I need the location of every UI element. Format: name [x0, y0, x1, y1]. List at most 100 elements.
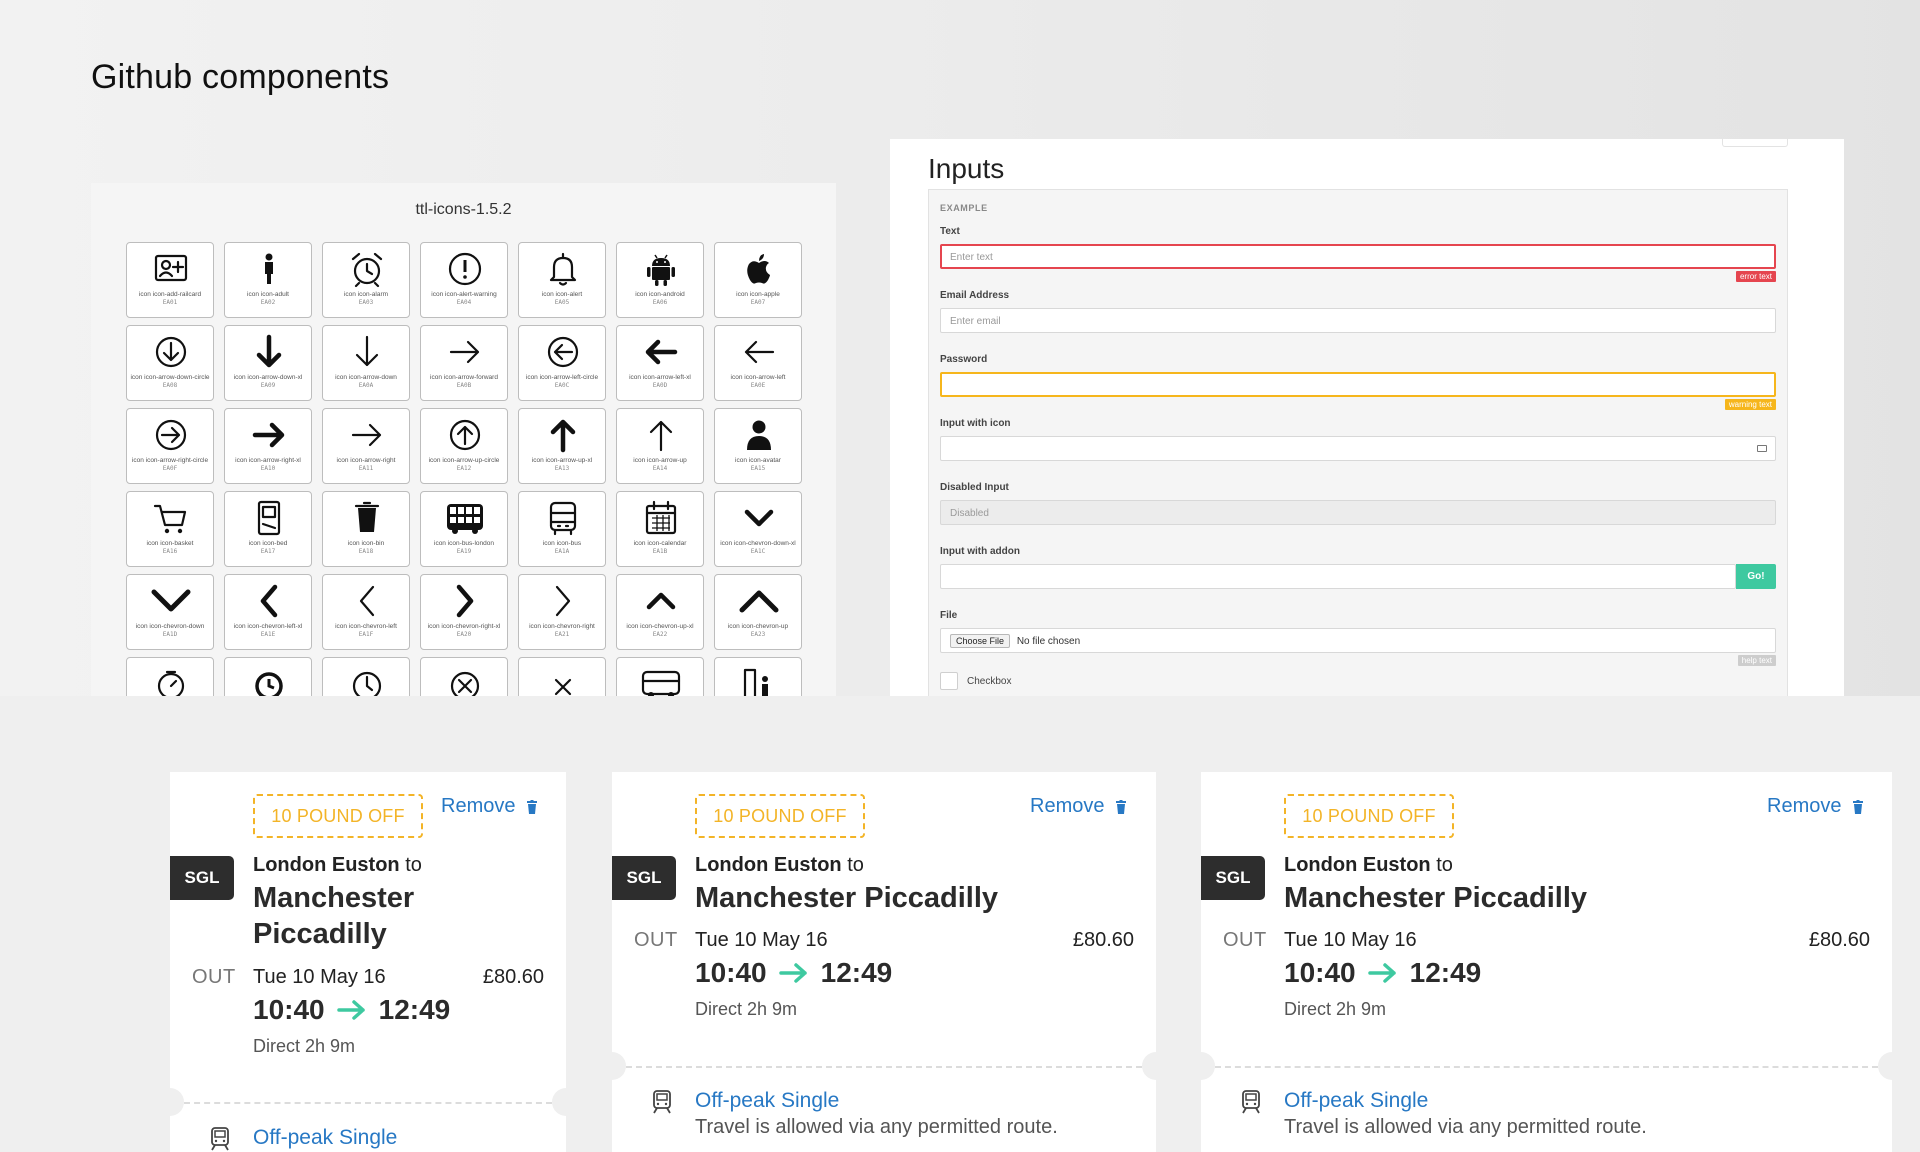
icon-tile[interactable]: icon icon-arrow-down-circle EA08	[126, 325, 214, 401]
icon-class-name: icon icon-arrow-right-circle	[131, 457, 209, 464]
arrow-left-circle-icon	[547, 336, 579, 368]
icon-tile[interactable]	[224, 657, 312, 696]
icon-tile[interactable]: icon icon-arrow-right EA11	[322, 408, 410, 484]
fare-name-link[interactable]: Off-peak Single	[253, 1126, 397, 1150]
fare-name-link[interactable]: Off-peak Single	[695, 1089, 839, 1113]
travel-date: Tue 10 May 16	[1284, 929, 1417, 951]
icon-tile[interactable]: icon icon-arrow-down EA0A	[322, 325, 410, 401]
icon-code: EA11	[358, 464, 374, 472]
icon-tile[interactable]: icon icon-arrow-left EA0E	[714, 325, 802, 401]
icon-code: EA04	[456, 298, 472, 306]
arrow-left-icon	[744, 340, 775, 364]
icon-code: EA0E	[750, 381, 766, 389]
checkbox-label: Checkbox	[967, 676, 1012, 687]
icon-tile[interactable]	[518, 657, 606, 696]
icon-tile[interactable]: icon icon-arrow-up EA14	[616, 408, 704, 484]
discount-badge: 10 POUND OFF	[1284, 794, 1454, 838]
icon-tile[interactable]: icon icon-calendar EA1B	[616, 491, 704, 567]
icon-tile[interactable]: icon icon-alert EA05	[518, 242, 606, 318]
android-icon	[647, 254, 675, 286]
icon-code: EA0C	[554, 381, 570, 389]
icon-tile[interactable]: icon icon-chevron-left-xl EA1E	[224, 574, 312, 650]
icon-tile[interactable]: icon icon-chevron-up-xl EA22	[616, 574, 704, 650]
icon-tile[interactable]: icon icon-chevron-left EA1F	[322, 574, 410, 650]
icon-label: icon icon-add-railcard EA01	[129, 291, 211, 306]
email-input[interactable]: Enter email	[940, 308, 1776, 333]
ticket-type-badge: SGL	[612, 856, 676, 900]
icon-tile[interactable]: icon icon-apple EA07	[714, 242, 802, 318]
page-title: Github components	[91, 58, 390, 96]
icon-tile[interactable]: icon icon-arrow-up-circle EA12	[420, 408, 508, 484]
destination-station: Manchester Piccadilly	[1284, 882, 1588, 914]
travel-date: Tue 10 May 16	[253, 966, 386, 988]
email-label: Email Address	[940, 290, 1010, 301]
icon-tile[interactable]	[616, 657, 704, 696]
icon-tile[interactable]: icon icon-basket EA16	[126, 491, 214, 567]
icon-class-name: icon icon-chevron-right-xl	[427, 623, 501, 630]
example-box: EXAMPLE Text Enter text error text Email…	[928, 189, 1788, 696]
icon-label: icon icon-bus-london EA19	[423, 540, 505, 555]
arrive-time: 12:49	[1409, 957, 1482, 988]
icon-tile[interactable]: icon icon-chevron-down EA1D	[126, 574, 214, 650]
icon-tile[interactable]: icon icon-add-railcard EA01	[126, 242, 214, 318]
icon-class-name: icon icon-arrow-up	[633, 457, 687, 464]
basket-card: 10 POUND OFF Remove SGL London Euston to…	[170, 772, 566, 1152]
remove-button[interactable]: Remove	[1030, 795, 1104, 818]
icon-tile[interactable]	[126, 657, 214, 696]
icon-tile[interactable]	[714, 657, 802, 696]
icon-tile[interactable]: icon icon-arrow-forward EA0B	[420, 325, 508, 401]
checkbox[interactable]	[940, 672, 958, 690]
icon-label: icon icon-arrow-left-circle EA0C	[521, 374, 603, 389]
icon-label: icon icon-alert EA05	[521, 291, 603, 306]
icon-tile[interactable]: icon icon-arrow-left-circle EA0C	[518, 325, 606, 401]
icon-tile[interactable]: icon icon-chevron-right EA21	[518, 574, 606, 650]
bin-icon[interactable]	[527, 800, 537, 814]
icon-tile[interactable]: icon icon-adult EA02	[224, 242, 312, 318]
icon-input[interactable]	[940, 436, 1776, 461]
ticket-type-badge: SGL	[170, 856, 234, 900]
remove-button[interactable]: Remove	[1767, 795, 1841, 818]
icon-tile[interactable]: icon icon-bed EA17	[224, 491, 312, 567]
icon-tile[interactable]: icon icon-avatar EA15	[714, 408, 802, 484]
icon-tile[interactable]	[322, 657, 410, 696]
icon-tile[interactable]	[420, 657, 508, 696]
icon-tile[interactable]: icon icon-chevron-right-xl EA20	[420, 574, 508, 650]
icon-tile[interactable]: icon icon-arrow-left-xl EA0D	[616, 325, 704, 401]
icon-tile[interactable]: icon icon-bus EA1A	[518, 491, 606, 567]
bin-icon[interactable]	[1853, 800, 1863, 814]
train-icon	[653, 1090, 671, 1114]
icon-code: EA1C	[750, 547, 766, 555]
arrow-right-xl-icon	[252, 422, 285, 448]
icon-code: EA22	[652, 630, 668, 638]
icon-tile[interactable]: icon icon-arrow-down-xl EA09	[224, 325, 312, 401]
icon-class-name: icon icon-arrow-left-xl	[629, 374, 691, 381]
panel-tab[interactable]	[1722, 139, 1788, 147]
icon-tile[interactable]: icon icon-arrow-up-xl EA13	[518, 408, 606, 484]
icon-tile[interactable]: icon icon-arrow-right-xl EA10	[224, 408, 312, 484]
icon-label: icon icon-arrow-up-xl EA13	[521, 457, 603, 472]
choose-file-button[interactable]: Choose File	[950, 634, 1011, 648]
bin-icon[interactable]	[1116, 800, 1126, 814]
icon-tile[interactable]: icon icon-alert-warning EA04	[420, 242, 508, 318]
icon-tile[interactable]: icon icon-bin EA18	[322, 491, 410, 567]
icon-tile[interactable]: icon icon-chevron-down-xl EA1C	[714, 491, 802, 567]
icon-tile[interactable]: icon icon-bus-london EA19	[420, 491, 508, 567]
password-input[interactable]	[940, 372, 1776, 397]
adult-icon	[265, 253, 273, 284]
fare-name-link[interactable]: Off-peak Single	[1284, 1089, 1428, 1113]
chevron-right-xl-icon	[456, 584, 474, 618]
icon-tile[interactable]: icon icon-alarm EA03	[322, 242, 410, 318]
go-button[interactable]: Go!	[1736, 564, 1776, 589]
addon-input[interactable]	[940, 564, 1736, 589]
file-input[interactable]: Choose File No file chosen	[940, 628, 1776, 653]
icon-class-name: icon icon-arrow-left	[730, 374, 786, 381]
icon-label: icon icon-arrow-forward EA0B	[423, 374, 505, 389]
icon-tile[interactable]: icon icon-arrow-right-circle EA0F	[126, 408, 214, 484]
icon-label: icon icon-arrow-left EA0E	[717, 374, 799, 389]
direction-label: OUT	[1223, 929, 1267, 951]
alert-warning-icon	[448, 252, 482, 286]
remove-button[interactable]: Remove	[441, 795, 515, 818]
text-input[interactable]: Enter text	[940, 244, 1776, 269]
icon-tile[interactable]: icon icon-android EA06	[616, 242, 704, 318]
icon-tile[interactable]: icon icon-chevron-up EA23	[714, 574, 802, 650]
